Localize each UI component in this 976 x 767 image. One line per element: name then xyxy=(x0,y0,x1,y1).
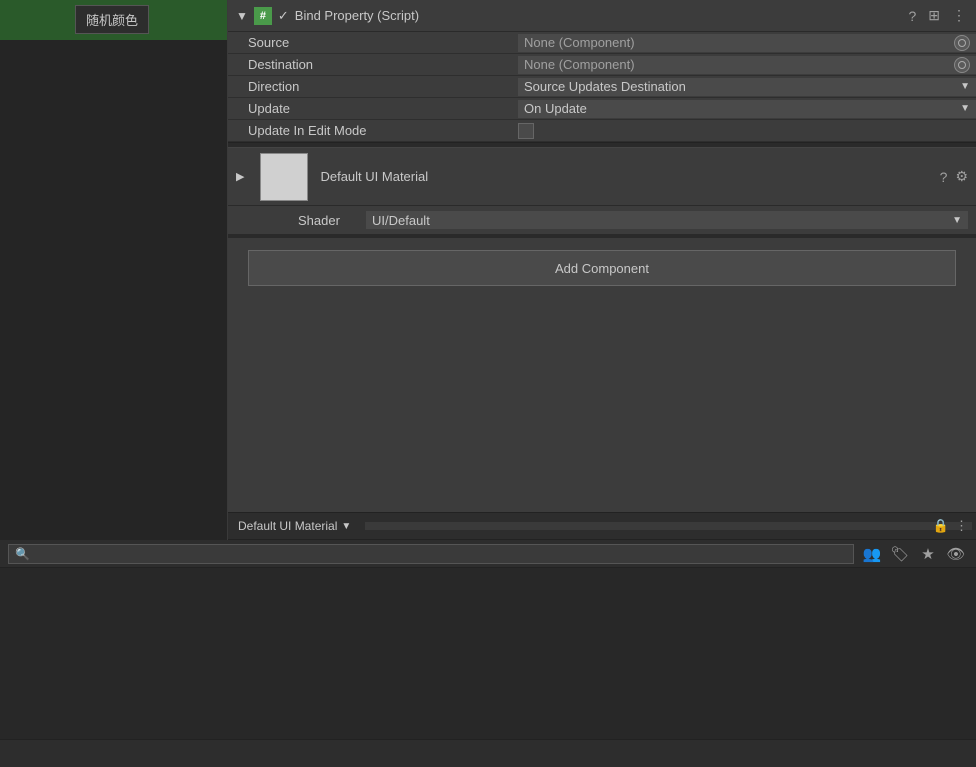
section-separator xyxy=(228,234,976,238)
lock-area: 🔒 ⋮ xyxy=(926,512,976,540)
chinese-button[interactable]: 随机颜色 xyxy=(75,5,149,34)
filter-star-btn[interactable]: ★ xyxy=(916,542,940,566)
material-preview xyxy=(260,153,308,201)
enable-checkbox[interactable]: ✓ xyxy=(278,8,289,24)
destination-field-text: None (Component) xyxy=(524,57,954,72)
destination-label: Destination xyxy=(248,57,518,72)
shader-dropdown[interactable]: UI/Default ▼ xyxy=(366,211,968,229)
update-edit-mode-checkbox[interactable] xyxy=(518,123,534,139)
destination-picker-inner xyxy=(958,61,966,69)
inspector-panel: ▼ # ✓ Bind Property (Script) ? ⊞ ⋮ Sourc… xyxy=(228,0,976,540)
source-picker[interactable] xyxy=(954,35,970,51)
project-content xyxy=(0,568,976,739)
destination-picker[interactable] xyxy=(954,57,970,73)
material-tab[interactable]: Default UI Material ▼ xyxy=(228,513,361,539)
update-edit-mode-label: Update In Edit Mode xyxy=(248,123,518,138)
add-component-button[interactable]: Add Component xyxy=(248,250,956,286)
source-value: None (Component) xyxy=(518,34,976,52)
direction-dropdown-arrow: ▼ xyxy=(960,81,970,92)
search-input[interactable] xyxy=(34,547,847,561)
tab-dropdown-arrow: ▼ xyxy=(341,521,351,532)
update-dropdown[interactable]: On Update ▼ xyxy=(518,100,976,118)
direction-dropdown[interactable]: Source Updates Destination ▼ xyxy=(518,78,976,96)
source-row: Source None (Component) xyxy=(228,32,976,54)
source-field-text: None (Component) xyxy=(524,35,954,50)
direction-dropdown-text: Source Updates Destination xyxy=(524,79,960,94)
filter-people-btn[interactable]: 👥 xyxy=(860,542,884,566)
direction-label: Direction xyxy=(248,79,518,94)
material-gear-btn[interactable]: ⚙ xyxy=(955,168,968,185)
left-panel: 随机颜色 xyxy=(0,0,228,540)
destination-row: Destination None (Component) xyxy=(228,54,976,76)
filter-tag-btn[interactable]: 🏷 xyxy=(888,542,912,566)
collapse-arrow[interactable]: ▼ xyxy=(236,9,248,23)
material-tab-name: Default UI Material xyxy=(238,519,337,533)
material-help-btn[interactable]: ? xyxy=(940,169,948,185)
update-label: Update xyxy=(248,101,518,116)
filter-eye-btn[interactable]: 👁 xyxy=(944,542,968,566)
shader-dropdown-text: UI/Default xyxy=(372,213,952,228)
project-panel: 🔍 👥 🏷 ★ 👁 xyxy=(0,540,976,767)
header-icons: ? ⊞ ⋮ xyxy=(906,5,968,26)
material-header: ▶ Default UI Material ? ⚙ xyxy=(228,148,976,206)
project-toolbar-right: 👥 🏷 ★ 👁 xyxy=(860,542,968,566)
inspector-more-icon[interactable]: ⋮ xyxy=(955,518,968,534)
source-picker-inner xyxy=(958,39,966,47)
direction-row: Direction Source Updates Destination ▼ xyxy=(228,76,976,98)
source-label: Source xyxy=(248,35,518,50)
update-edit-mode-row: Update In Edit Mode xyxy=(228,120,976,142)
destination-value: None (Component) xyxy=(518,56,976,74)
material-section: ▶ Default UI Material ? ⚙ Shader UI/Defa… xyxy=(228,148,976,234)
search-bar[interactable]: 🔍 xyxy=(8,544,854,564)
component-header: ▼ # ✓ Bind Property (Script) ? ⊞ ⋮ xyxy=(228,0,976,32)
update-value: On Update ▼ xyxy=(518,100,976,118)
help-button[interactable]: ? xyxy=(906,6,918,26)
material-expand-arrow[interactable]: ▶ xyxy=(236,170,244,183)
component-title: Bind Property (Script) xyxy=(295,8,901,23)
tab-scrollbar[interactable] xyxy=(365,522,972,530)
project-bottom-bar xyxy=(0,739,976,767)
slider-button[interactable]: ⊞ xyxy=(926,5,942,26)
destination-field[interactable]: None (Component) xyxy=(518,56,976,74)
hash-icon: # xyxy=(254,7,272,25)
lock-icon[interactable]: 🔒 xyxy=(933,518,949,534)
material-name: Default UI Material xyxy=(320,169,931,184)
search-icon: 🔍 xyxy=(15,547,30,561)
project-toolbar: 🔍 👥 🏷 ★ 👁 xyxy=(0,540,976,568)
bottom-tab-bar: Default UI Material ▼ xyxy=(228,512,976,540)
source-field[interactable]: None (Component) xyxy=(518,34,976,52)
update-edit-mode-value xyxy=(518,123,976,139)
shader-dropdown-arrow: ▼ xyxy=(952,215,962,226)
shader-row: Shader UI/Default ▼ xyxy=(228,206,976,234)
update-dropdown-text: On Update xyxy=(524,101,960,116)
more-button[interactable]: ⋮ xyxy=(950,5,968,26)
update-row: Update On Update ▼ xyxy=(228,98,976,120)
shader-label: Shader xyxy=(298,213,358,228)
direction-value: Source Updates Destination ▼ xyxy=(518,78,976,96)
update-dropdown-arrow: ▼ xyxy=(960,103,970,114)
